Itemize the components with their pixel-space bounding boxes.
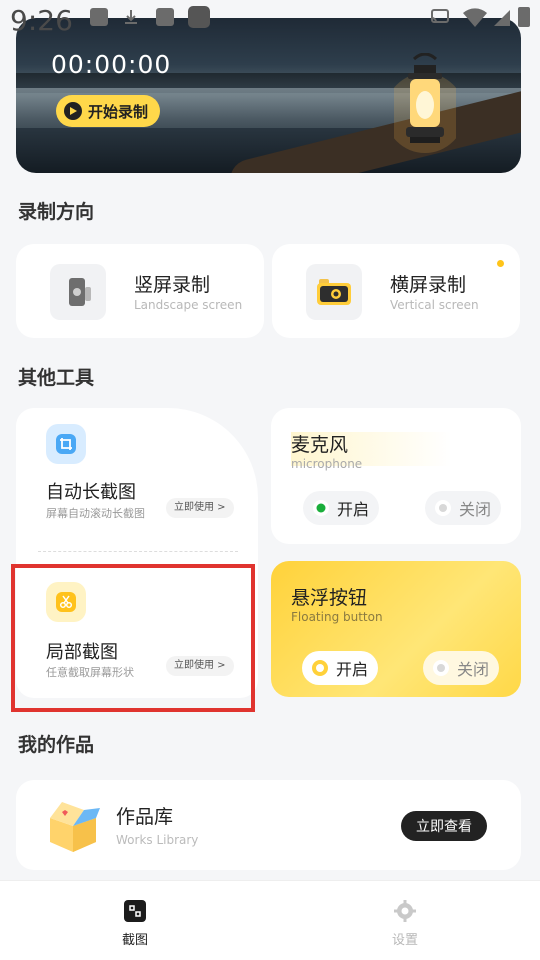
app-icon [188,6,210,28]
microphone-on-toggle[interactable]: 开启 [303,491,380,525]
floating-on-toggle[interactable]: 开启 [302,651,379,685]
radio-selected-icon [313,500,329,516]
auto-long-screenshot-use-button[interactable]: 立即使用 > [166,498,234,518]
nav-item-settings[interactable]: 设置 [365,899,445,948]
auto-long-screenshot-desc: 屏幕自动滚动长截图 [46,507,145,520]
floating-off-label: 关闭 [457,660,490,679]
microphone-subtitle: microphone [291,457,363,471]
section-title-works: 我的作品 [18,734,95,756]
floating-button-subtitle: Floating button [291,610,383,624]
nav-label-settings: 设置 [391,933,418,948]
auto-long-screenshot-title: 自动长截图 [46,482,136,503]
works-library-title: 作品库 [116,806,174,828]
bottom-nav: 截图 设置 [0,880,540,960]
microphone-title: 麦克风 [291,434,349,456]
nav-label-screenshot: 截图 [121,933,148,948]
status-bar: 9:26 [0,0,540,37]
floating-on-label: 开启 [336,660,369,679]
cast-icon [430,8,449,26]
floating-off-toggle[interactable]: 关闭 [423,651,500,685]
floating-button-title: 悬浮按钮 [291,587,368,609]
microphone-card: 麦克风 microphone 开启 关闭 [271,408,521,544]
start-record-label: 开始录制 [88,102,149,121]
floating-button-card: 悬浮按钮 Floating button 开启 关闭 [271,561,521,697]
radio-unselected-icon [433,660,449,676]
battery-icon [518,7,530,27]
view-now-button[interactable]: 立即查看 [401,811,487,841]
portrait-phone-icon [50,264,106,320]
radio-selected-icon [312,660,328,676]
new-badge-dot [497,260,504,267]
works-library-card[interactable]: 作品库 Works Library 立即查看 [16,780,521,870]
font-icon [156,8,174,26]
play-icon [64,102,82,120]
start-record-button[interactable]: 开始录制 [56,95,161,127]
lantern-icon [394,53,456,153]
nav-item-screenshot[interactable]: 截图 [95,899,175,948]
screenshot-icon [123,899,147,923]
portrait-record-title: 竖屏录制 [134,274,211,296]
partial-screenshot-highlight [11,564,255,712]
record-timer: 00:00:00 [51,50,172,79]
landscape-record-card[interactable]: 横屏录制 Vertical screen [272,244,520,338]
landscape-camera-icon [306,264,362,320]
microphone-off-label: 关闭 [459,500,492,519]
record-banner: 00:00:00 开始录制 [16,18,521,173]
crop-icon [46,424,86,464]
box-icon [50,802,100,852]
portrait-record-card[interactable]: 竖屏录制 Landscape screen [16,244,264,338]
microphone-on-label: 开启 [337,500,370,519]
download-icon [122,8,140,26]
microphone-off-toggle[interactable]: 关闭 [425,491,502,525]
signal-icon [492,8,512,26]
wifi-icon [462,8,488,27]
section-title-direction: 录制方向 [18,201,95,223]
gear-icon [393,899,417,923]
gallery-icon [90,8,108,26]
status-time: 9:26 [10,4,73,37]
section-title-tools: 其他工具 [18,367,95,389]
radio-unselected-icon [435,500,451,516]
landscape-record-title: 横屏录制 [390,274,467,296]
works-library-subtitle: Works Library [116,833,199,847]
landscape-record-subtitle: Vertical screen [390,298,479,312]
tools-divider [38,551,238,552]
portrait-record-subtitle: Landscape screen [134,298,243,312]
